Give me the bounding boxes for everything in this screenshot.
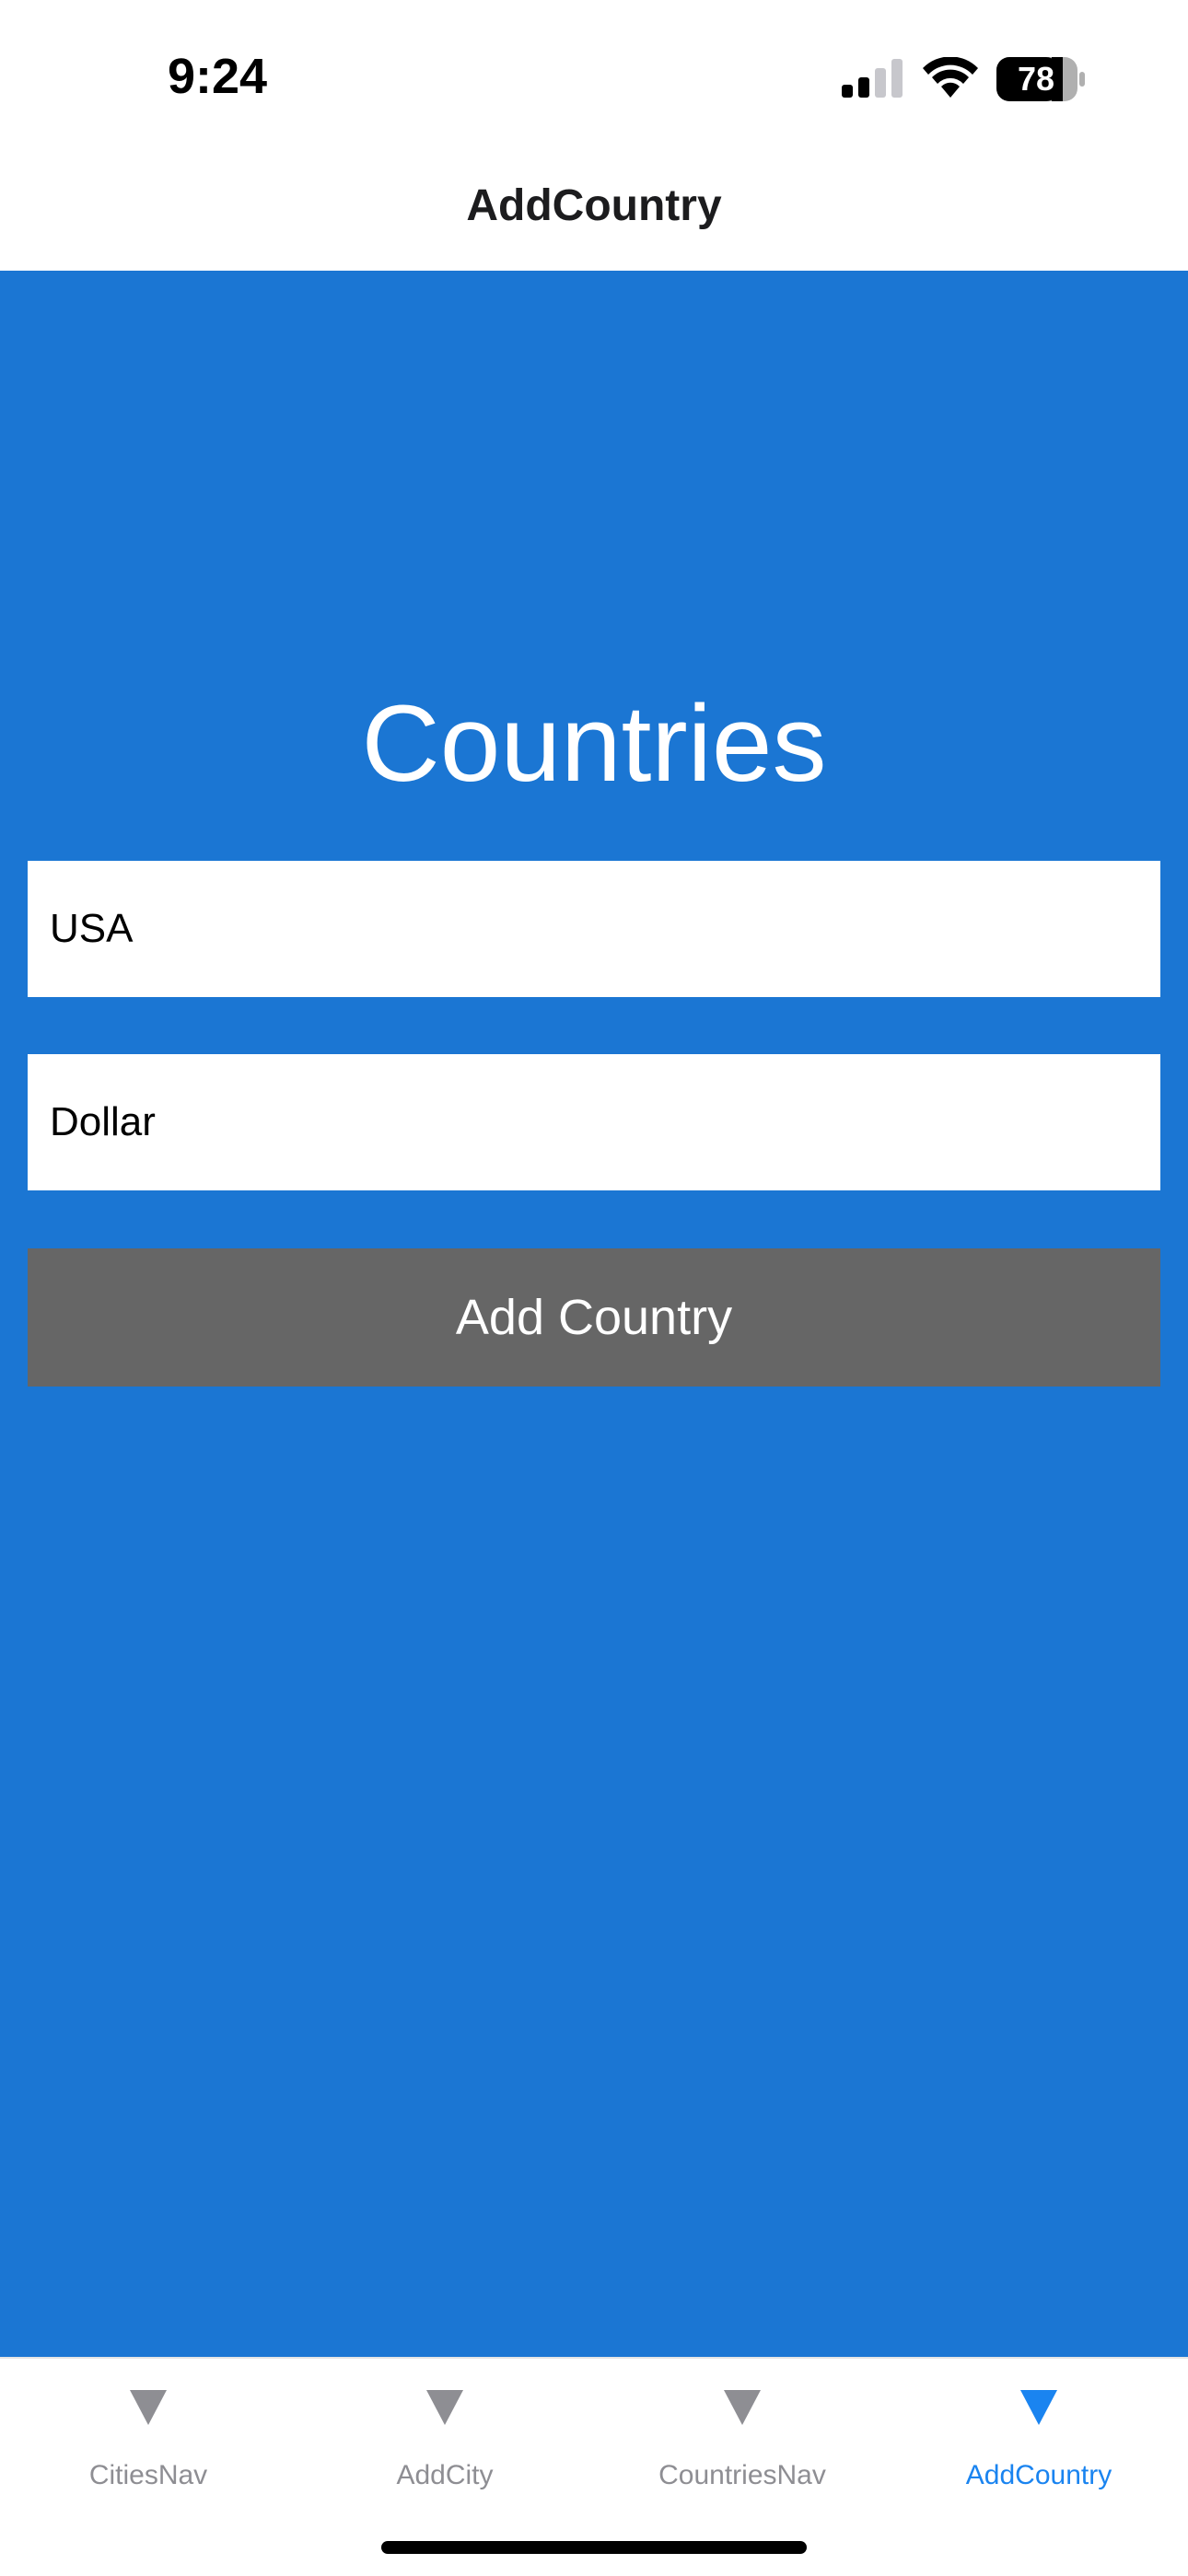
tab-cities-nav[interactable]: CitiesNav	[0, 2359, 297, 2576]
signal-icon	[842, 59, 903, 98]
status-bar: 9:24 78	[0, 0, 1188, 157]
tab-label: AddCity	[396, 2460, 494, 2490]
status-time: 9:24	[168, 49, 268, 104]
tab-label: CitiesNav	[88, 2460, 208, 2490]
page-title: AddCountry	[466, 181, 722, 230]
home-indicator	[381, 2541, 807, 2554]
countries-heading: Countries	[361, 683, 827, 805]
wifi-icon	[923, 57, 978, 98]
country-name-field[interactable]	[28, 861, 1160, 997]
add-country-button[interactable]: Add Country	[28, 1248, 1160, 1387]
triangle-down-icon	[724, 2390, 761, 2425]
triangle-down-icon	[1020, 2390, 1057, 2425]
battery-level: 78	[1017, 60, 1055, 98]
tab-add-country[interactable]: AddCountry	[891, 2359, 1187, 2576]
triangle-down-icon	[130, 2390, 167, 2425]
triangle-down-icon	[426, 2390, 463, 2425]
tab-label: CountriesNav	[658, 2460, 826, 2490]
tab-label: AddCountry	[965, 2460, 1112, 2490]
currency-field[interactable]	[28, 1054, 1160, 1190]
